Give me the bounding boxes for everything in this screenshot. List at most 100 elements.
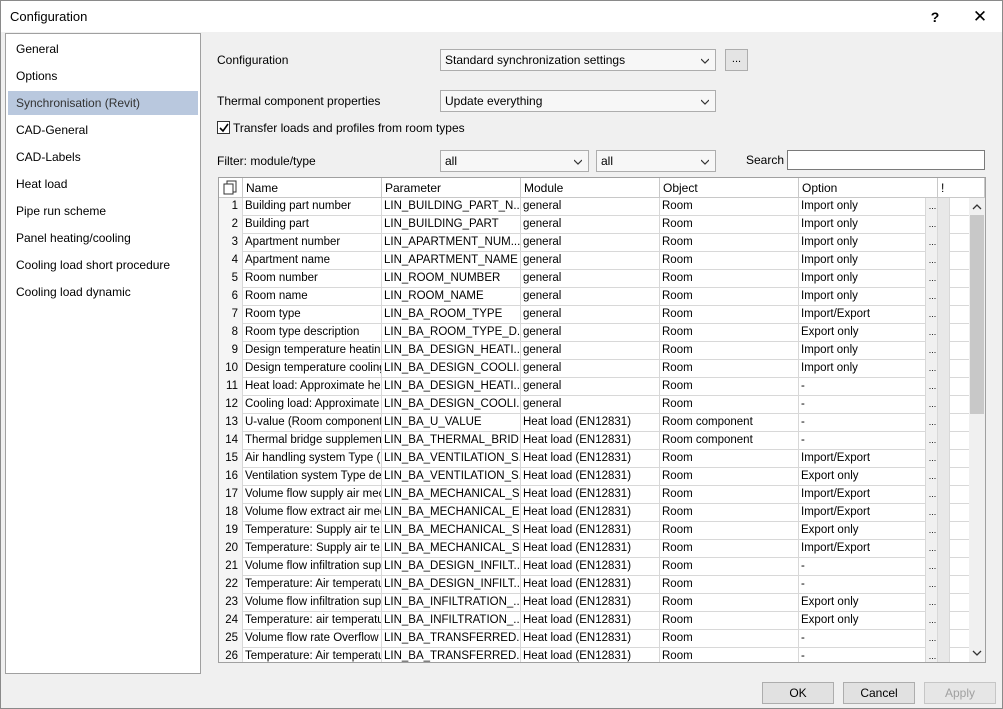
option-more-button[interactable]: ... <box>926 504 938 522</box>
cell-option[interactable]: Import only <box>799 270 926 288</box>
cell-option[interactable]: Import only <box>799 360 926 378</box>
cell-option[interactable]: Import only <box>799 288 926 306</box>
column-header-module[interactable]: Module <box>521 178 660 198</box>
search-input[interactable] <box>787 150 985 170</box>
ok-button[interactable]: OK <box>762 682 834 704</box>
cell-option[interactable]: - <box>799 648 926 662</box>
filter-module-select[interactable]: all <box>440 150 589 172</box>
option-more-button[interactable]: ... <box>926 324 938 342</box>
cell-option[interactable]: Import only <box>799 216 926 234</box>
help-button[interactable]: ? <box>913 1 957 32</box>
table-row[interactable]: 18 Volume flow extract air mec... LIN_BA_M… <box>219 504 969 522</box>
sidebar-item[interactable]: Panel heating/cooling <box>8 226 198 250</box>
column-header-name[interactable]: Name <box>243 178 382 198</box>
option-more-button[interactable]: ... <box>926 630 938 648</box>
option-more-button[interactable]: ... <box>926 486 938 504</box>
option-more-button[interactable]: ... <box>926 540 938 558</box>
sidebar-item[interactable]: CAD-Labels <box>8 145 198 169</box>
table-row[interactable]: 2 Building part LIN_BUILDING_PART general Ro… <box>219 216 969 234</box>
table-row[interactable]: 7 Room type LIN_BA_ROOM_TYPE general Room Imp… <box>219 306 969 324</box>
cell-option[interactable]: Import/Export <box>799 540 926 558</box>
table-row[interactable]: 6 Room name LIN_ROOM_NAME general Room Import… <box>219 288 969 306</box>
cancel-button[interactable]: Cancel <box>843 682 915 704</box>
copy-icon[interactable] <box>219 178 243 198</box>
option-more-button[interactable]: ... <box>926 648 938 662</box>
table-row[interactable]: 16 Ventilation system Type de... LIN_BA_VE… <box>219 468 969 486</box>
table-row[interactable]: 19 Temperature: Supply air te... LIN_BA_ME… <box>219 522 969 540</box>
cell-option[interactable]: Import/Export <box>799 450 926 468</box>
table-row[interactable]: 21 Volume flow infiltration sup... LIN_BA_… <box>219 558 969 576</box>
table-row[interactable]: 26 Temperature: Air temperatu... LIN_BA_TR… <box>219 648 969 662</box>
column-header-object[interactable]: Object <box>660 178 799 198</box>
option-more-button[interactable]: ... <box>926 252 938 270</box>
configuration-more-button[interactable]: ... <box>725 49 748 71</box>
close-button[interactable]: ✕ <box>958 1 1002 32</box>
column-header-exclamation[interactable]: ! <box>938 178 985 198</box>
filter-type-select[interactable]: all <box>596 150 716 172</box>
option-more-button[interactable]: ... <box>926 414 938 432</box>
scroll-down-icon[interactable] <box>972 648 982 658</box>
cell-option[interactable]: Import only <box>799 342 926 360</box>
sidebar-item[interactable]: Heat load <box>8 172 198 196</box>
cell-option[interactable]: - <box>799 396 926 414</box>
sidebar-item[interactable]: Cooling load dynamic <box>8 280 198 304</box>
sidebar-item[interactable]: Synchronisation (Revit) <box>8 91 198 115</box>
vertical-scrollbar[interactable] <box>969 198 985 662</box>
option-more-button[interactable]: ... <box>926 612 938 630</box>
table-row[interactable]: 11 Heat load: Approximate he... LIN_BA_DES… <box>219 378 969 396</box>
option-more-button[interactable]: ... <box>926 378 938 396</box>
thermal-properties-select[interactable]: Update everything <box>440 90 716 112</box>
column-header-option[interactable]: Option <box>799 178 938 198</box>
option-more-button[interactable]: ... <box>926 216 938 234</box>
table-row[interactable]: 22 Temperature: Air temperatu... LIN_BA_DE… <box>219 576 969 594</box>
sidebar-item[interactable]: Options <box>8 64 198 88</box>
option-more-button[interactable]: ... <box>926 522 938 540</box>
cell-option[interactable]: - <box>799 378 926 396</box>
table-row[interactable]: 5 Room number LIN_ROOM_NUMBER general Room Im… <box>219 270 969 288</box>
table-row[interactable]: 14 Thermal bridge supplement... LIN_BA_THE… <box>219 432 969 450</box>
option-more-button[interactable]: ... <box>926 198 938 216</box>
option-more-button[interactable]: ... <box>926 450 938 468</box>
table-row[interactable]: 15 Air handling system Type (h... LIN_BA_V… <box>219 450 969 468</box>
scroll-up-icon[interactable] <box>972 202 982 212</box>
sidebar-item[interactable]: General <box>8 37 198 61</box>
option-more-button[interactable]: ... <box>926 396 938 414</box>
table-row[interactable]: 25 Volume flow rate Overflow ... LIN_BA_TR… <box>219 630 969 648</box>
column-header-parameter[interactable]: Parameter <box>382 178 521 198</box>
cell-option[interactable]: Import/Export <box>799 306 926 324</box>
table-row[interactable]: 20 Temperature: Supply air te... LIN_BA_ME… <box>219 540 969 558</box>
table-row[interactable]: 4 Apartment name LIN_APARTMENT_NAME general… <box>219 252 969 270</box>
option-more-button[interactable]: ... <box>926 432 938 450</box>
cell-option[interactable]: - <box>799 558 926 576</box>
table-row[interactable]: 3 Apartment number LIN_APARTMENT_NUM... gen… <box>219 234 969 252</box>
cell-option[interactable]: Export only <box>799 612 926 630</box>
option-more-button[interactable]: ... <box>926 576 938 594</box>
cell-option[interactable]: Import only <box>799 198 926 216</box>
transfer-loads-checkbox[interactable] <box>217 121 230 134</box>
table-row[interactable]: 23 Volume flow infiltration sup... LIN_BA_… <box>219 594 969 612</box>
option-more-button[interactable]: ... <box>926 306 938 324</box>
option-more-button[interactable]: ... <box>926 468 938 486</box>
apply-button[interactable]: Apply <box>924 682 996 704</box>
table-row[interactable]: 24 Temperature: air temperatu... LIN_BA_IN… <box>219 612 969 630</box>
cell-option[interactable]: Import/Export <box>799 504 926 522</box>
table-row[interactable]: 13 U-value (Room component) LIN_BA_U_VALUE… <box>219 414 969 432</box>
cell-option[interactable]: - <box>799 576 926 594</box>
cell-option[interactable]: - <box>799 432 926 450</box>
cell-option[interactable]: Export only <box>799 468 926 486</box>
option-more-button[interactable]: ... <box>926 594 938 612</box>
table-row[interactable]: 1 Building part number LIN_BUILDING_PART_N… <box>219 198 969 216</box>
table-row[interactable]: 12 Cooling load: Approximate ... LIN_BA_DE… <box>219 396 969 414</box>
sidebar-item[interactable]: CAD-General <box>8 118 198 142</box>
cell-option[interactable]: - <box>799 630 926 648</box>
cell-option[interactable]: Import only <box>799 234 926 252</box>
option-more-button[interactable]: ... <box>926 342 938 360</box>
table-row[interactable]: 17 Volume flow supply air mec... LIN_BA_ME… <box>219 486 969 504</box>
option-more-button[interactable]: ... <box>926 558 938 576</box>
table-row[interactable]: 8 Room type description LIN_BA_ROOM_TYPE_D… <box>219 324 969 342</box>
option-more-button[interactable]: ... <box>926 270 938 288</box>
cell-option[interactable]: Import/Export <box>799 486 926 504</box>
configuration-select[interactable]: Standard synchronization settings <box>440 49 716 71</box>
option-more-button[interactable]: ... <box>926 234 938 252</box>
cell-option[interactable]: - <box>799 414 926 432</box>
